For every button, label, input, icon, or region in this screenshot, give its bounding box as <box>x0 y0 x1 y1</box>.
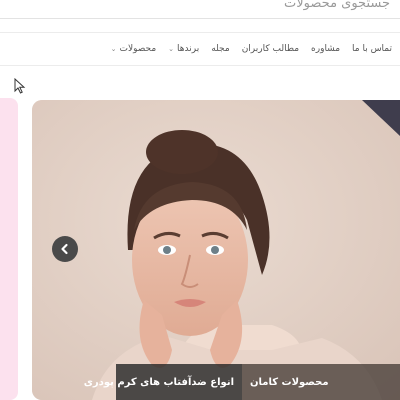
slider-caption-label: انواع ضدآفتاب های کرم پودری <box>83 376 234 388</box>
side-slide-preview[interactable] <box>0 98 18 400</box>
nav-menu: محصولات ⌄ برندها ⌄ مجله مطالب کاربران مش… <box>111 33 392 65</box>
nav-item-consultation[interactable]: مشاوره <box>311 44 340 54</box>
slider-caption-tab[interactable]: محصولات کامان <box>242 364 400 400</box>
nav-item-label: مطالب کاربران <box>241 44 300 54</box>
nav-item-label: تماس با ما <box>352 44 392 54</box>
nav-item-products[interactable]: محصولات ⌄ <box>111 44 157 54</box>
slider-caption-tab[interactable]: انواع ضدآفتاب های کرم پودری <box>84 364 242 400</box>
nav-item-user-posts[interactable]: مطالب کاربران <box>242 44 299 54</box>
model-portrait-image <box>32 100 400 400</box>
slider-captions: محصولات کامان انواع ضدآفتاب های کرم پودر… <box>84 364 400 400</box>
slider-prev-button[interactable] <box>52 236 78 262</box>
nav-item-contact[interactable]: تماس با ما <box>352 44 392 54</box>
chevron-down-icon: ⌄ <box>168 45 175 53</box>
main-navigation: محصولات ⌄ برندها ⌄ مجله مطالب کاربران مش… <box>0 32 400 66</box>
nav-item-label: مشاوره <box>311 44 341 54</box>
chevron-down-icon: ⌄ <box>110 45 117 53</box>
nav-item-magazine[interactable]: مجله <box>211 44 229 54</box>
mouse-pointer-icon <box>14 78 26 94</box>
hero-slide-image[interactable] <box>32 100 400 400</box>
nav-item-label: برندها <box>177 44 200 54</box>
slider-caption-label: محصولات کامان <box>250 376 329 388</box>
nav-item-label: مجله <box>211 44 230 54</box>
search-input[interactable] <box>10 0 390 13</box>
nav-item-brands[interactable]: برندها ⌄ <box>168 44 199 54</box>
nav-item-label: محصولات <box>119 44 157 54</box>
chevron-left-icon <box>61 243 68 255</box>
search-bar <box>0 0 400 19</box>
